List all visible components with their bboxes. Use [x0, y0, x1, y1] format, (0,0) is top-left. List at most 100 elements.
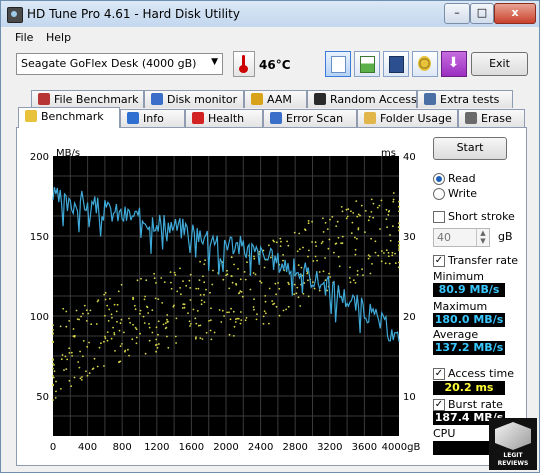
access-time-point	[143, 298, 146, 301]
access-time-point	[199, 337, 202, 339]
access-time-point	[391, 251, 394, 254]
access-time-point	[314, 241, 317, 244]
access-time-point	[182, 280, 184, 282]
access-time-point	[174, 274, 177, 276]
average-label: Average	[433, 328, 479, 341]
access-time-point	[380, 199, 383, 202]
access-time-point	[326, 228, 329, 230]
access-time-point	[151, 309, 154, 312]
watermark-logo: LEGIT REVIEWS	[489, 418, 537, 470]
tab-file-benchmark[interactable]: File Benchmark	[31, 90, 144, 108]
access-time-point	[98, 346, 101, 349]
tab-benchmark[interactable]: Benchmark	[18, 107, 120, 128]
access-time-point	[52, 359, 54, 361]
access-time-point	[91, 368, 94, 370]
access-time-point	[223, 315, 226, 317]
access-time-point	[82, 355, 84, 358]
access-time-point	[337, 236, 340, 239]
access-time-point	[166, 335, 168, 338]
access-time-point	[282, 309, 285, 312]
exit-button[interactable]: Exit	[471, 52, 528, 76]
drive-select[interactable]: Seagate GoFlex Desk (4000 gB) ▼	[16, 53, 223, 75]
access-time-point	[354, 236, 356, 239]
access-time-point	[110, 313, 113, 316]
access-time-point	[189, 325, 191, 327]
access-time-point	[140, 277, 142, 280]
tab-label: Random Access	[330, 93, 417, 106]
title-bar[interactable]: HD Tune Pro 4.61 - Hard Disk Utility – □…	[1, 1, 539, 27]
menu-help[interactable]: Help	[46, 31, 71, 44]
access-time-point	[118, 329, 121, 332]
access-time-point	[119, 345, 122, 347]
access-time-point	[127, 348, 129, 351]
copy-screenshot-button[interactable]	[354, 51, 380, 77]
access-time-point	[203, 263, 206, 265]
access-time-point	[295, 292, 298, 295]
tab-label: Health	[208, 112, 245, 125]
tab-error-scan[interactable]: Error Scan	[263, 109, 357, 127]
y-tick-left: 50	[36, 392, 49, 403]
access-time-point	[341, 210, 344, 213]
menu-file[interactable]: File	[15, 31, 33, 44]
access-time-point	[329, 276, 331, 278]
copy-text-button[interactable]	[325, 51, 351, 77]
access-time-point	[85, 320, 88, 322]
access-time-point	[52, 362, 54, 365]
access-time-point	[253, 255, 255, 258]
access-time-point	[357, 227, 360, 229]
tab-health[interactable]: Health	[185, 109, 263, 127]
access-time-point	[153, 277, 156, 280]
access-time-point	[234, 321, 237, 323]
access-time-point	[81, 376, 83, 378]
access-time-point	[68, 379, 71, 382]
access-time-point	[228, 311, 230, 314]
extra-tests-icon	[424, 93, 436, 105]
access-time-point	[176, 290, 179, 293]
short-stroke-stepper[interactable]: 40 ▲ ▼	[433, 228, 490, 247]
access-time-point	[115, 310, 118, 313]
access-time-point	[88, 372, 91, 374]
disk-monitor-icon	[151, 93, 163, 105]
access-time-point	[139, 312, 141, 315]
tab-label: Erase	[481, 112, 512, 125]
access-time-point	[340, 206, 343, 208]
access-time-point	[287, 244, 290, 247]
access-time-point	[388, 262, 391, 265]
download-button[interactable]: ⬇	[441, 51, 467, 77]
access-time-point	[211, 283, 214, 286]
options-button[interactable]	[412, 51, 438, 77]
save-button[interactable]	[383, 51, 409, 77]
start-button[interactable]: Start	[433, 137, 507, 160]
access-time-point	[378, 204, 381, 207]
access-time-point	[133, 304, 136, 307]
access-time-point	[128, 317, 130, 320]
tab-disk-monitor[interactable]: Disk monitor	[144, 90, 244, 108]
access-time-point	[282, 259, 284, 262]
access-time-point	[235, 282, 237, 285]
access-time-point	[52, 324, 54, 327]
access-time-point	[59, 325, 62, 328]
options-icon	[418, 56, 431, 71]
stepper-arrows-icon[interactable]: ▲ ▼	[476, 229, 489, 246]
tab-extra-tests[interactable]: Extra tests	[417, 90, 513, 108]
tab-aam[interactable]: AAM	[244, 90, 307, 108]
short-stroke-unit: gB	[498, 230, 513, 243]
tab-random-access[interactable]: Random Access	[307, 90, 417, 108]
access-time-point	[362, 274, 364, 276]
tab-info[interactable]: Info	[120, 109, 185, 127]
access-time-point	[374, 240, 377, 243]
access-time-label: Access time	[448, 367, 515, 380]
access-time-point	[52, 367, 54, 370]
tab-erase[interactable]: Erase	[458, 109, 525, 127]
close-button[interactable]: x	[494, 3, 536, 24]
access-time-point	[398, 222, 400, 225]
maximize-button[interactable]: □	[470, 3, 494, 24]
minimize-button[interactable]: –	[444, 3, 470, 24]
access-time-point	[83, 304, 86, 307]
main-window: HD Tune Pro 4.61 - Hard Disk Utility – □…	[0, 0, 540, 473]
file-benchmark-icon	[38, 93, 50, 105]
access-time-point	[148, 326, 151, 329]
access-time-point	[179, 267, 181, 270]
access-time-point	[230, 256, 233, 259]
tab-folder-usage[interactable]: Folder Usage	[357, 109, 458, 127]
